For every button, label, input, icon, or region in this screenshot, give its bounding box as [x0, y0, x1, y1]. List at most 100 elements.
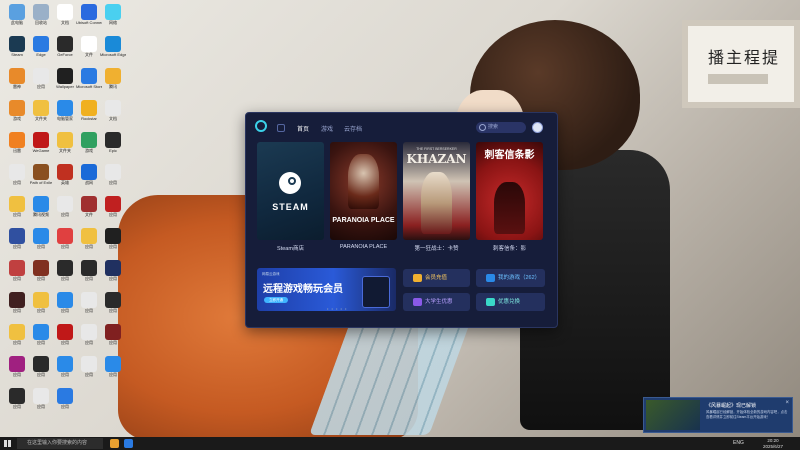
desktop-icon[interactable]: Microsoft Store: [76, 68, 102, 89]
desktop-icon[interactable]: 文件: [76, 36, 102, 57]
desktop-icon[interactable]: 应用: [52, 388, 78, 409]
tray-language[interactable]: ENG: [733, 440, 744, 446]
desktop-icon[interactable]: GeForce: [52, 36, 78, 57]
desktop-icon-label: 应用: [37, 84, 45, 89]
app-icon: [57, 100, 73, 116]
desktop-icon[interactable]: 腾讯视频: [28, 196, 54, 217]
desktop-icon[interactable]: 应用: [28, 292, 54, 313]
desktop-icon[interactable]: 应用: [28, 260, 54, 281]
coupon-redeem-button[interactable]: 优惠兑换: [476, 293, 545, 311]
desktop-icon-label: 应用: [109, 180, 117, 185]
desktop-icon[interactable]: 应用: [28, 68, 54, 89]
desktop-icon[interactable]: 应用: [4, 388, 30, 409]
desktop-icon[interactable]: 应用: [4, 324, 30, 345]
taskbar-app-icon[interactable]: [110, 439, 119, 448]
app-icon: [9, 100, 25, 116]
close-icon[interactable]: ×: [785, 400, 789, 406]
desktop-icon[interactable]: 文档: [100, 100, 126, 121]
my-games-button[interactable]: 我的游戏（262）: [476, 269, 545, 287]
desktop-icon[interactable]: 应用: [100, 356, 126, 377]
vip-recharge-button[interactable]: 会员充值: [403, 269, 470, 287]
desktop-icon[interactable]: 应用: [100, 260, 126, 281]
desktop-icon[interactable]: 应用: [4, 196, 30, 217]
desktop-icon[interactable]: 文件夹: [28, 100, 54, 121]
game-card-steam[interactable]: STEAM: [257, 142, 324, 240]
desktop-icon[interactable]: 应用: [76, 228, 102, 249]
windows-start-icon[interactable]: [4, 440, 11, 447]
desktop-icon[interactable]: 应用: [76, 292, 102, 313]
desktop-icon[interactable]: 应用: [4, 260, 30, 281]
taskbar-clock[interactable]: 20:20 2025/6/27: [758, 438, 788, 449]
desktop-icon[interactable]: Steam: [4, 36, 30, 57]
desktop-icon[interactable]: 应用: [52, 228, 78, 249]
desktop-icon[interactable]: 应用: [4, 228, 30, 249]
notification-popup[interactable]: 《风暴崛起》现已解锁 风暴崛起已经解锁，开始体验全新的游戏内容吧，点击查看详情并…: [643, 397, 793, 433]
desktop-icon[interactable]: Microsoft Edge: [100, 36, 126, 57]
user-avatar[interactable]: [532, 122, 543, 133]
desktop-icon[interactable]: 应用: [28, 228, 54, 249]
launcher-search-input[interactable]: 搜索: [476, 122, 526, 133]
desktop-icon[interactable]: 应用: [52, 260, 78, 281]
desktop-icon[interactable]: 应用: [4, 292, 30, 313]
acs-art: [494, 182, 525, 234]
desktop-icon[interactable]: Path of Exile: [28, 164, 54, 185]
cloud-gaming-banner[interactable]: 网易云游戏 远程游戏畅玩会员 立即开通 • • • • •: [257, 268, 396, 311]
desktop-icon[interactable]: Edge: [28, 36, 54, 57]
desktop-icon[interactable]: 应用: [52, 196, 78, 217]
phone-icon: [362, 276, 390, 308]
desktop-icon[interactable]: 战网: [76, 164, 102, 185]
desktop-icon[interactable]: 应用: [100, 292, 126, 313]
desktop-icon[interactable]: 应用: [76, 260, 102, 281]
desktop-icon[interactable]: 应用: [100, 164, 126, 185]
nav-home[interactable]: 首页: [297, 124, 309, 133]
desktop-icon[interactable]: WeGame: [28, 132, 54, 153]
banner-subscribe-button[interactable]: 立即开通: [264, 297, 288, 303]
desktop-icon[interactable]: 应用: [76, 324, 102, 345]
taskbar-search-input[interactable]: 在这里输入你要搜索的内容: [17, 438, 103, 449]
launcher-logo-icon[interactable]: [255, 120, 267, 132]
desktop-icon[interactable]: 应用: [100, 196, 126, 217]
desktop-icon[interactable]: 文件: [76, 196, 102, 217]
desktop-icon[interactable]: 应用: [52, 292, 78, 313]
desktop-icon[interactable]: 迅雷: [4, 132, 30, 153]
desktop-icon[interactable]: Rockstar: [76, 100, 102, 121]
game-card-assassins-creed-shadows[interactable]: 刺客信条影: [476, 142, 543, 240]
desktop-icon[interactable]: 网络: [100, 4, 126, 25]
back-icon[interactable]: [277, 124, 285, 132]
desktop-icon[interactable]: 应用: [76, 356, 102, 377]
desktop-icon[interactable]: 应用: [100, 228, 126, 249]
desktop-icon[interactable]: 应用: [52, 356, 78, 377]
desktop-icon[interactable]: 文档: [52, 4, 78, 25]
desktop-icon[interactable]: 英雄: [52, 164, 78, 185]
desktop-icon[interactable]: 应用: [4, 164, 30, 185]
nav-cloud-save[interactable]: 云存档: [344, 124, 362, 133]
desktop-icon[interactable]: Wallpaper: [52, 68, 78, 89]
wallpaper-calligraphy-scroll: 播主程提: [682, 20, 800, 108]
desktop-icon[interactable]: 应用: [52, 324, 78, 345]
desktop-icon[interactable]: 应用: [28, 388, 54, 409]
acs-card-title: 刺客信条影: [484, 150, 535, 161]
banner-pagination[interactable]: • • • • •: [327, 306, 347, 311]
desktop-icon[interactable]: 此电脑: [4, 4, 30, 25]
desktop-icon[interactable]: 腾讯: [100, 68, 126, 89]
desktop-icon[interactable]: 应用: [28, 324, 54, 345]
desktop-icon[interactable]: Ubisoft Connect: [76, 4, 102, 25]
desktop-icon[interactable]: 回收站: [28, 4, 54, 25]
taskbar-app-icon[interactable]: [124, 439, 133, 448]
game-card-paranoia-place[interactable]: PARANOIA PLACE: [330, 142, 397, 240]
student-discount-button[interactable]: 大学生优惠: [403, 293, 470, 311]
desktop-icon[interactable]: Epic: [100, 132, 126, 153]
game-card-khazan[interactable]: THE FIRST BERSERKER KHAZAN: [403, 142, 470, 240]
desktop-icon[interactable]: 应用: [4, 356, 30, 377]
desktop-icon[interactable]: 雷神: [4, 68, 30, 89]
desktop-icon[interactable]: 电脑管家: [52, 100, 78, 121]
game-card-label: 刺客信条：影: [492, 246, 526, 252]
desktop-icon[interactable]: 游戏: [4, 100, 30, 121]
nav-games[interactable]: 游戏: [321, 124, 333, 133]
calligraphy-text: 播主程提: [708, 48, 781, 67]
desktop-icon[interactable]: 应用: [28, 356, 54, 377]
desktop-icon[interactable]: 游戏: [76, 132, 102, 153]
desktop-icon[interactable]: 应用: [100, 324, 126, 345]
app-icon: [105, 260, 121, 276]
desktop-icon[interactable]: 文件夹: [52, 132, 78, 153]
